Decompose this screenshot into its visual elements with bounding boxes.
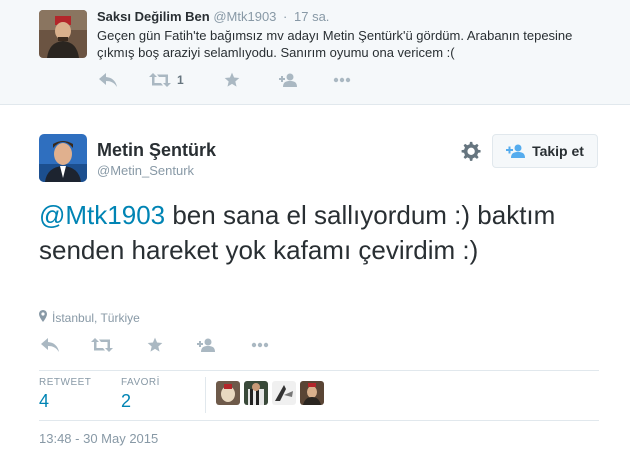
parent-tweet-text: Geçen gün Fatih'te bağımsız mv adayı Met… bbox=[97, 28, 573, 60]
mention-link[interactable]: @Mtk1903 bbox=[39, 200, 165, 230]
favorite-stat-count[interactable]: 2 bbox=[121, 391, 131, 412]
favorite-stat-label: FAVORİ bbox=[121, 377, 160, 388]
retweet-stat-label: RETWEET bbox=[39, 377, 92, 388]
parent-author-name[interactable]: Saksı Değilim Ben bbox=[97, 9, 210, 24]
parent-retweet-count[interactable]: 1 bbox=[177, 73, 184, 87]
main-avatar[interactable] bbox=[39, 134, 87, 182]
follow-button[interactable]: Takip et bbox=[492, 134, 598, 168]
retweet-stat-count[interactable]: 4 bbox=[39, 391, 49, 412]
stats-vertical-divider bbox=[205, 377, 206, 413]
stats-top-divider bbox=[39, 370, 599, 371]
favoriter-avatar[interactable] bbox=[272, 381, 296, 405]
location-label: İstanbul, Türkiye bbox=[52, 310, 140, 325]
header-separator: · bbox=[283, 9, 288, 24]
follow-icon[interactable] bbox=[277, 71, 299, 89]
parent-avatar[interactable] bbox=[39, 10, 87, 58]
tweet-location[interactable]: İstanbul, Türkiye bbox=[39, 310, 140, 325]
follow-icon[interactable] bbox=[195, 336, 217, 354]
reply-icon[interactable] bbox=[39, 336, 61, 354]
favoriter-avatar[interactable] bbox=[244, 381, 268, 405]
favoriter-avatar[interactable] bbox=[300, 381, 324, 405]
main-tweet-text: @Mtk1903 ben sana el sallıyordum :) bakt… bbox=[39, 198, 599, 268]
follow-button-label: Takip et bbox=[532, 143, 584, 159]
stats-bottom-divider bbox=[39, 420, 599, 421]
parent-header: Saksı Değilim Ben @Mtk1903 · 17 sa. bbox=[97, 9, 329, 24]
parent-author-handle[interactable]: @Mtk1903 bbox=[213, 9, 276, 24]
retweet-icon[interactable] bbox=[149, 71, 171, 89]
favoriter-avatar[interactable] bbox=[216, 381, 240, 405]
tweet-timestamp[interactable]: 13:48 - 30 May 2015 bbox=[39, 431, 158, 446]
add-user-icon bbox=[506, 144, 526, 158]
gear-icon[interactable] bbox=[461, 141, 481, 161]
retweet-icon[interactable] bbox=[91, 336, 113, 354]
favorite-icon[interactable] bbox=[144, 336, 166, 354]
main-author-name[interactable]: Metin Şentürk bbox=[97, 140, 216, 161]
main-author-handle[interactable]: @Metin_Senturk bbox=[97, 163, 194, 178]
location-pin-icon bbox=[39, 310, 52, 325]
reply-icon[interactable] bbox=[97, 71, 119, 89]
more-icon[interactable] bbox=[249, 336, 271, 354]
favorite-icon[interactable] bbox=[221, 71, 243, 89]
more-icon[interactable] bbox=[331, 71, 353, 89]
parent-timestamp[interactable]: 17 sa. bbox=[294, 9, 329, 24]
parent-tweet[interactable]: Saksı Değilim Ben @Mtk1903 · 17 sa. Geçe… bbox=[0, 0, 630, 105]
